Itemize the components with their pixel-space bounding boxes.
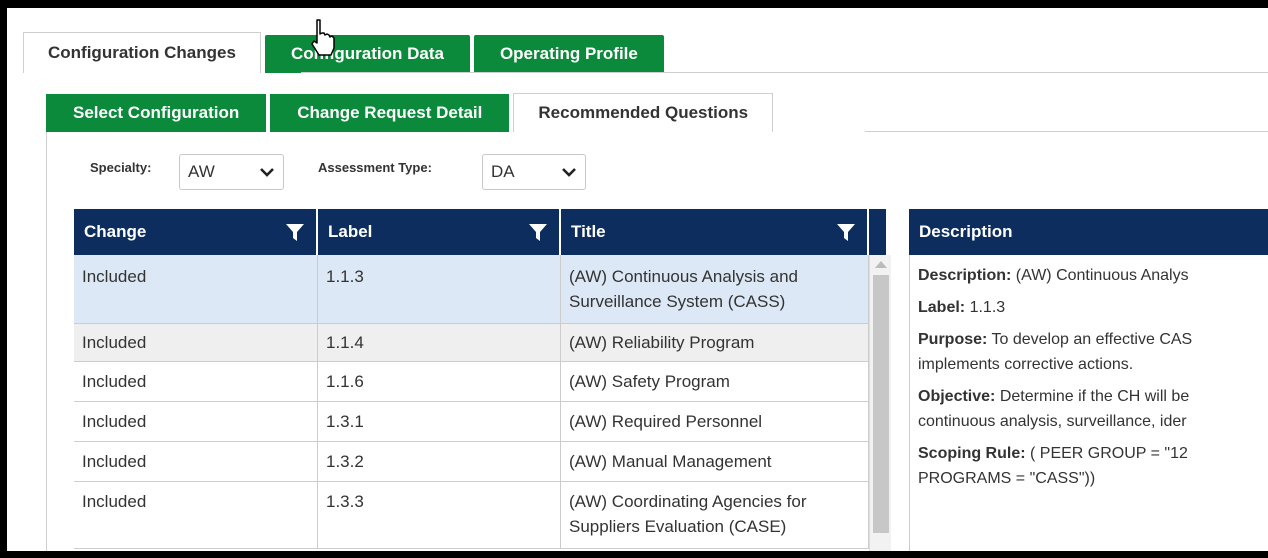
label-line: Label: 1.1.3 — [918, 295, 1268, 320]
objective-key: Objective: — [918, 388, 996, 405]
tab-operating-profile[interactable]: Operating Profile — [473, 35, 664, 73]
cell-label: 1.1.3 — [318, 255, 561, 323]
column-header-title[interactable]: Title — [561, 209, 869, 255]
filter-icon[interactable] — [837, 224, 855, 241]
specialty-value: AW — [188, 162, 215, 181]
assessment-type-label: Assessment Type: — [318, 160, 432, 175]
cell-title: (AW) Safety Program — [561, 362, 869, 401]
filter-icon[interactable] — [529, 224, 547, 241]
cell-change: Included — [74, 482, 318, 548]
scoping-rule-key: Scoping Rule: — [918, 445, 1026, 462]
table-row[interactable]: Included 1.1.3 (AW) Continuous Analysis … — [74, 255, 869, 324]
cell-label: 1.1.6 — [318, 362, 561, 401]
cell-title: (AW) Coordinating Agencies for Suppliers… — [561, 482, 869, 548]
questions-grid-header: Change Label Title — [74, 209, 886, 255]
hand-cursor-icon — [311, 19, 335, 56]
assessment-type-select[interactable]: DA — [482, 154, 586, 190]
grid-scrollbar[interactable] — [869, 255, 891, 551]
objective-value: Determine if the CH will be — [999, 388, 1190, 405]
tab-recommended-questions[interactable]: Recommended Questions — [513, 93, 774, 132]
label-value: 1.1.3 — [969, 299, 1006, 316]
tab-configuration-changes[interactable]: Configuration Changes — [23, 32, 261, 73]
chevron-down-icon — [562, 168, 576, 177]
objective-line: Objective: Determine if the CH will be co… — [918, 384, 1268, 434]
purpose-value: To develop an effective CAS — [991, 331, 1193, 348]
assessment-type-value: DA — [491, 162, 515, 181]
column-header-title-label: Title — [571, 222, 606, 241]
questions-grid-body: Included 1.1.3 (AW) Continuous Analysis … — [74, 255, 869, 551]
cell-label: 1.3.3 — [318, 482, 561, 548]
cell-label: 1.3.1 — [318, 402, 561, 441]
table-row[interactable]: Included 1.1.6 (AW) Safety Program — [74, 362, 869, 402]
tab-change-request-detail[interactable]: Change Request Detail — [270, 94, 510, 132]
specialty-select[interactable]: AW — [179, 154, 284, 190]
cell-title: (AW) Reliability Program — [561, 324, 869, 361]
table-row[interactable]: Included 1.1.4 (AW) Reliability Program — [74, 324, 869, 362]
sub-tab-bar: Select Configuration Change Request Deta… — [46, 93, 777, 132]
app-frame: Configuration Changes Configuration Data… — [7, 8, 1268, 551]
purpose-line: Purpose: To develop an effective CAS impl… — [918, 327, 1268, 377]
scrollbar-thumb[interactable] — [873, 275, 889, 533]
description-panel-header: Description — [909, 209, 1268, 255]
cell-change: Included — [74, 255, 318, 323]
scoping-rule-value: ( PEER GROUP = "12 — [1030, 445, 1188, 462]
objective-value-cont: continuous analysis, surveillance, ider — [918, 413, 1187, 430]
label-key: Label: — [918, 299, 966, 316]
cell-change: Included — [74, 362, 318, 401]
table-row[interactable]: Included 1.3.2 (AW) Manual Management — [74, 442, 869, 482]
column-header-spacer — [869, 209, 886, 255]
column-header-label[interactable]: Label — [318, 209, 561, 255]
cell-title: (AW) Required Personnel — [561, 402, 869, 441]
column-header-label-label: Label — [328, 222, 373, 241]
top-tab-bar: Configuration Changes Configuration Data… — [23, 32, 668, 73]
sub-tab-divider — [865, 131, 1268, 132]
cell-title: (AW) Continuous Analysis and Surveillanc… — [561, 255, 869, 323]
filter-icon[interactable] — [286, 224, 304, 241]
scroll-up-arrow-icon[interactable] — [875, 261, 887, 268]
description-value: (AW) Continuous Analys — [1015, 267, 1189, 284]
cell-change: Included — [74, 402, 318, 441]
scoping-rule-value-cont: PROGRAMS = "CASS")) — [918, 470, 1096, 487]
table-row[interactable]: Included 1.3.3 (AW) Coordinating Agencie… — [74, 482, 869, 549]
chevron-down-icon — [260, 168, 274, 177]
purpose-key: Purpose: — [918, 331, 988, 348]
cell-label: 1.3.2 — [318, 442, 561, 481]
purpose-value-cont: implements corrective actions. — [918, 356, 1134, 373]
column-header-change-label: Change — [84, 222, 147, 241]
description-key: Description: — [918, 267, 1012, 284]
cell-title: (AW) Manual Management — [561, 442, 869, 481]
scoping-rule-line: Scoping Rule: ( PEER GROUP = "12 PROGRAMS… — [918, 441, 1268, 491]
cell-change: Included — [74, 442, 318, 481]
tab-select-configuration[interactable]: Select Configuration — [46, 94, 267, 132]
description-line: Description: (AW) Continuous Analys — [918, 263, 1268, 288]
table-row[interactable]: Included 1.3.1 (AW) Required Personnel — [74, 402, 869, 442]
top-tab-divider — [301, 72, 1268, 73]
description-panel-body: Description: (AW) Continuous Analys Labe… — [909, 255, 1268, 551]
cell-change: Included — [74, 324, 318, 361]
cell-label: 1.1.4 — [318, 324, 561, 361]
column-header-change[interactable]: Change — [74, 209, 318, 255]
specialty-label: Specialty: — [90, 160, 152, 175]
tab-configuration-data[interactable]: Configuration Data — [264, 35, 470, 73]
